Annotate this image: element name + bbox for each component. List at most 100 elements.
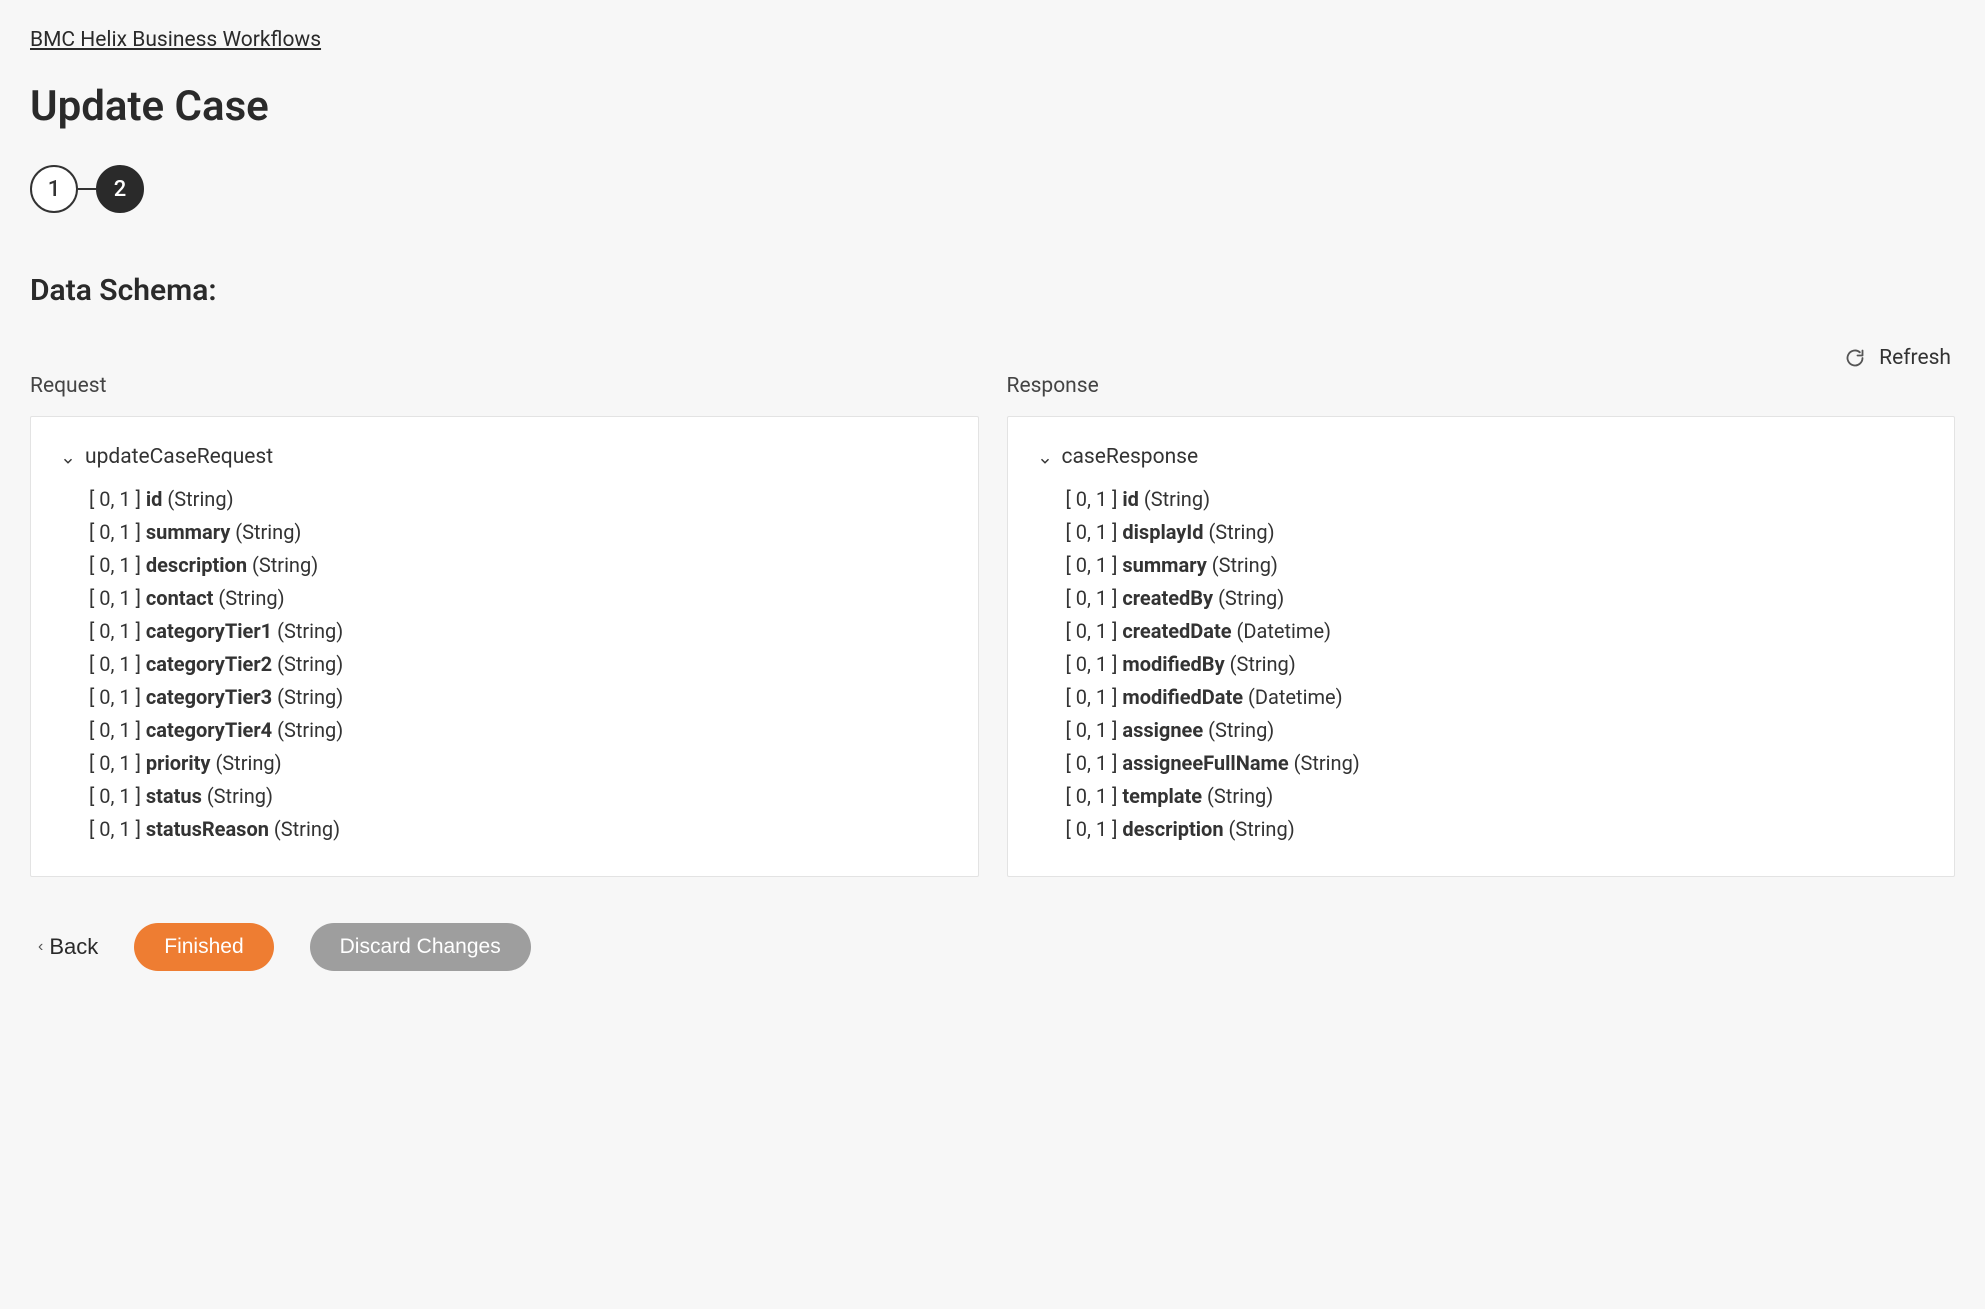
field-name: priority — [146, 751, 211, 775]
field-cardinality: [ 0, 1 ] — [89, 685, 146, 709]
field-name: categoryTier2 — [146, 652, 272, 676]
schema-field: [ 0, 1 ] modifiedBy (String) — [1066, 648, 1925, 681]
schema-field: [ 0, 1 ] categoryTier3 (String) — [89, 681, 948, 714]
field-type: (String) — [202, 784, 273, 808]
field-type: (String) — [1213, 586, 1284, 610]
step-1[interactable]: 1 — [30, 165, 78, 213]
schema-field: [ 0, 1 ] summary (String) — [1066, 549, 1925, 582]
field-cardinality: [ 0, 1 ] — [1066, 784, 1123, 808]
refresh-icon[interactable] — [1845, 348, 1865, 368]
section-title: Data Schema: — [30, 273, 1955, 308]
schema-field: [ 0, 1 ] description (String) — [1066, 813, 1925, 846]
field-cardinality: [ 0, 1 ] — [1066, 817, 1123, 841]
field-type: (String) — [272, 718, 343, 742]
field-name: categoryTier4 — [146, 718, 272, 742]
field-cardinality: [ 0, 1 ] — [1066, 685, 1123, 709]
request-column: Request updateCaseRequest [ 0, 1 ] id (S… — [30, 374, 979, 877]
response-column: Response caseResponse [ 0, 1 ] id (Strin… — [1007, 374, 1956, 877]
field-name: modifiedDate — [1122, 685, 1243, 709]
field-name: createdDate — [1122, 619, 1231, 643]
back-label: Back — [49, 934, 98, 960]
field-name: id — [146, 487, 163, 511]
field-type: (String) — [1203, 718, 1274, 742]
chevron-left-icon: ‹ — [38, 938, 43, 956]
field-cardinality: [ 0, 1 ] — [1066, 586, 1123, 610]
step-connector — [78, 188, 96, 190]
field-name: description — [146, 553, 247, 577]
field-cardinality: [ 0, 1 ] — [89, 817, 146, 841]
schema-field: [ 0, 1 ] categoryTier2 (String) — [89, 648, 948, 681]
field-name: summary — [1122, 553, 1206, 577]
discard-button[interactable]: Discard Changes — [310, 923, 531, 971]
field-type: (String) — [1207, 553, 1278, 577]
field-type: (String) — [1225, 652, 1296, 676]
response-panel: caseResponse [ 0, 1 ] id (String)[ 0, 1 … — [1007, 416, 1956, 877]
schema-field: [ 0, 1 ] template (String) — [1066, 780, 1925, 813]
field-name: assigneeFullName — [1122, 751, 1288, 775]
field-name: description — [1122, 817, 1223, 841]
field-type: (String) — [213, 586, 284, 610]
schema-field: [ 0, 1 ] priority (String) — [89, 747, 948, 780]
field-name: categoryTier1 — [146, 619, 272, 643]
finished-button[interactable]: Finished — [134, 923, 273, 971]
page-title: Update Case — [30, 82, 1955, 131]
refresh-button[interactable]: Refresh — [1879, 346, 1951, 370]
footer: ‹ Back Finished Discard Changes — [30, 923, 1955, 971]
schema-field: [ 0, 1 ] createdDate (Datetime) — [1066, 615, 1925, 648]
response-title: Response — [1007, 374, 1956, 398]
response-items: [ 0, 1 ] id (String)[ 0, 1 ] displayId (… — [1038, 483, 1925, 846]
response-root-label: caseResponse — [1062, 445, 1199, 469]
schema-field: [ 0, 1 ] assigneeFullName (String) — [1066, 747, 1925, 780]
field-cardinality: [ 0, 1 ] — [1066, 553, 1123, 577]
schema-field: [ 0, 1 ] id (String) — [89, 483, 948, 516]
field-name: categoryTier3 — [146, 685, 272, 709]
request-items: [ 0, 1 ] id (String)[ 0, 1 ] summary (St… — [61, 483, 948, 846]
field-name: template — [1122, 784, 1202, 808]
field-type: (String) — [272, 619, 343, 643]
field-cardinality: [ 0, 1 ] — [1066, 718, 1123, 742]
schema-field: [ 0, 1 ] statusReason (String) — [89, 813, 948, 846]
schema-field: [ 0, 1 ] categoryTier1 (String) — [89, 615, 948, 648]
response-root-toggle[interactable]: caseResponse — [1038, 445, 1925, 469]
field-type: (Datetime) — [1243, 685, 1342, 709]
request-root-toggle[interactable]: updateCaseRequest — [61, 445, 948, 469]
field-cardinality: [ 0, 1 ] — [89, 784, 146, 808]
schema-field: [ 0, 1 ] categoryTier4 (String) — [89, 714, 948, 747]
field-cardinality: [ 0, 1 ] — [1066, 619, 1123, 643]
schema-field: [ 0, 1 ] assignee (String) — [1066, 714, 1925, 747]
schema-field: [ 0, 1 ] createdBy (String) — [1066, 582, 1925, 615]
field-type: (String) — [210, 751, 281, 775]
field-type: (String) — [1203, 520, 1274, 544]
back-button[interactable]: ‹ Back — [38, 934, 98, 960]
chevron-down-icon — [1038, 450, 1052, 464]
field-type: (String) — [230, 520, 301, 544]
field-cardinality: [ 0, 1 ] — [89, 520, 146, 544]
schema-field: [ 0, 1 ] id (String) — [1066, 483, 1925, 516]
step-2[interactable]: 2 — [96, 165, 144, 213]
field-name: statusReason — [146, 817, 269, 841]
field-cardinality: [ 0, 1 ] — [89, 553, 146, 577]
field-cardinality: [ 0, 1 ] — [1066, 487, 1123, 511]
schema-field: [ 0, 1 ] contact (String) — [89, 582, 948, 615]
field-type: (String) — [269, 817, 340, 841]
breadcrumb-link[interactable]: BMC Helix Business Workflows — [30, 28, 321, 52]
field-name: contact — [146, 586, 214, 610]
field-cardinality: [ 0, 1 ] — [1066, 751, 1123, 775]
field-cardinality: [ 0, 1 ] — [89, 586, 146, 610]
field-type: (Datetime) — [1232, 619, 1331, 643]
field-name: displayId — [1122, 520, 1203, 544]
schema-field: [ 0, 1 ] description (String) — [89, 549, 948, 582]
field-type: (String) — [272, 685, 343, 709]
field-type: (String) — [1202, 784, 1273, 808]
schema-field: [ 0, 1 ] modifiedDate (Datetime) — [1066, 681, 1925, 714]
field-cardinality: [ 0, 1 ] — [1066, 520, 1123, 544]
request-root-label: updateCaseRequest — [85, 445, 273, 469]
field-name: assignee — [1122, 718, 1203, 742]
field-type: (String) — [1289, 751, 1360, 775]
field-type: (String) — [247, 553, 318, 577]
field-cardinality: [ 0, 1 ] — [89, 652, 146, 676]
field-cardinality: [ 0, 1 ] — [89, 751, 146, 775]
request-title: Request — [30, 374, 979, 398]
field-name: id — [1122, 487, 1139, 511]
request-panel: updateCaseRequest [ 0, 1 ] id (String)[ … — [30, 416, 979, 877]
